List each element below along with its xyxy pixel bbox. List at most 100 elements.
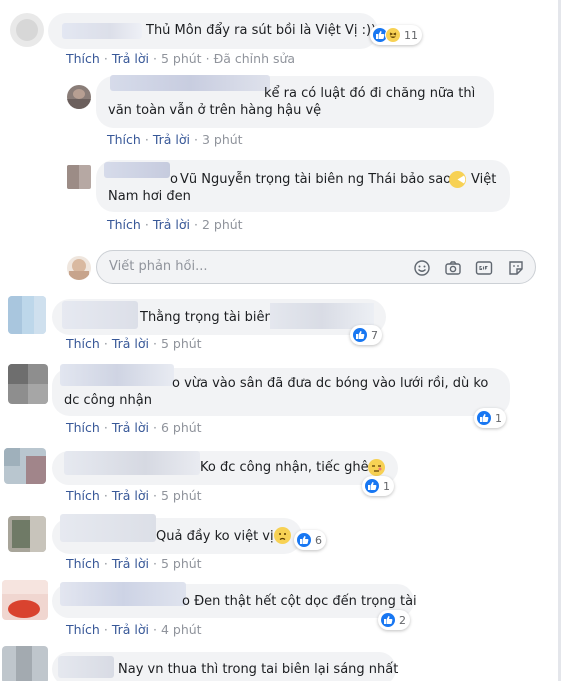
reaction-summary[interactable]: 7 — [350, 325, 382, 345]
avatar[interactable] — [4, 448, 46, 484]
blurred-author-name — [60, 582, 186, 606]
comment-text: Nay vn thua thì trong tai biên lại sáng … — [118, 662, 399, 677]
blurred-author-name — [64, 451, 200, 475]
comment-bubble: Ko đc công nhận, tiếc ghê — [52, 451, 398, 485]
comment-bubble: Quả đầy ko việt vị — [52, 514, 302, 554]
blurred-author-name — [104, 162, 170, 178]
comment-bubble: Thằng trọng tài biên — [52, 299, 386, 335]
like-link[interactable]: Thích — [107, 217, 141, 232]
reply-link[interactable]: Trả lời — [112, 556, 149, 571]
blurred-author-name — [60, 514, 156, 542]
comment-text: Việt — [471, 172, 497, 187]
comment-bubble: Nay vn thua thì trong tai biên lại sáng … — [52, 652, 399, 681]
comment-text: Vũ Nguyễn trọng tài biên ng Thái bảo sao — [180, 172, 452, 187]
like-link[interactable]: Thích — [66, 51, 100, 66]
comment-text: dc công nhận — [64, 393, 152, 408]
blurred-author-name — [60, 364, 174, 386]
reaction-count: 6 — [315, 533, 322, 547]
avatar[interactable] — [8, 296, 46, 334]
reply-link[interactable]: Trả lời — [153, 217, 190, 232]
avatar[interactable] — [67, 85, 91, 109]
reply-link[interactable]: Trả lời — [153, 132, 190, 147]
reaction-count: 1 — [383, 479, 390, 493]
comment-text: kể ra có luật đó đi chăng nữa thì — [264, 86, 476, 101]
current-user-avatar — [67, 256, 91, 280]
comment-bubble: o vừa vào sân đã đưa dc bóng vào lưới rồ… — [52, 364, 510, 416]
comment-text: Thằng trọng tài biên — [140, 310, 273, 325]
sticker-icon[interactable] — [507, 259, 525, 277]
like-icon — [352, 327, 368, 343]
like-icon — [476, 410, 492, 426]
avatar[interactable] — [8, 364, 48, 404]
like-icon — [296, 532, 312, 548]
comment-actions: Thích · Trả lời · 5 phút · Đã chỉnh sửa — [66, 51, 296, 66]
reaction-summary[interactable]: 1 — [474, 408, 506, 428]
edited-label[interactable]: Đã chỉnh sửa — [214, 51, 296, 66]
like-icon — [364, 478, 380, 494]
reaction-summary[interactable]: 2 — [378, 610, 410, 630]
timestamp[interactable]: 5 phút — [161, 488, 202, 503]
reply-link[interactable]: Trả lời — [112, 51, 149, 66]
comment-actions: Thích · Trả lời · 4 phút — [66, 622, 202, 637]
like-icon — [380, 612, 396, 628]
blurred-author-name — [62, 301, 138, 329]
comment-text: Quả đầy ko việt vị — [156, 529, 274, 544]
like-link[interactable]: Thích — [107, 132, 141, 147]
timestamp[interactable]: 4 phút — [161, 622, 202, 637]
timestamp[interactable]: 6 phút — [161, 420, 202, 435]
comment-text: Thủ Môn đẩy ra sút bồi là Việt Vị :)) — [146, 23, 377, 38]
reaction-summary[interactable]: 11 — [370, 25, 422, 45]
comment-text: o Đen thật hết cột dọc đến trọng tài — [182, 594, 417, 609]
comment-actions: Thích · Trả lời · 5 phút — [66, 488, 202, 503]
reaction-count: 11 — [404, 28, 418, 42]
comment-text: văn toàn vẫn ở trên hàng hậu vệ — [108, 103, 322, 118]
gif-icon[interactable] — [475, 259, 493, 277]
comment-text: Nam hơi đen — [108, 189, 191, 204]
like-link[interactable]: Thích — [66, 556, 100, 571]
like-link[interactable]: Thích — [66, 420, 100, 435]
comment-actions: Thích · Trả lời · 5 phút — [66, 556, 202, 571]
reply-input[interactable] — [109, 259, 399, 274]
comment-actions: Thích · Trả lời · 6 phút — [66, 420, 202, 435]
emoji-icon — [368, 459, 385, 476]
like-link[interactable]: Thích — [66, 488, 100, 503]
reaction-summary[interactable]: 6 — [294, 530, 326, 550]
timestamp[interactable]: 5 phút — [161, 51, 202, 66]
comment-bubble: o Đen thật hết cột dọc đến trọng tài — [52, 582, 417, 618]
emoji-icon — [449, 171, 466, 188]
comment-bubble: Thủ Môn đẩy ra sút bồi là Việt Vị :)) — [48, 13, 378, 49]
timestamp[interactable]: 5 phút — [161, 336, 202, 351]
blurred-author-name — [62, 23, 142, 39]
blurred-author-name — [58, 656, 114, 678]
avatar[interactable] — [2, 580, 48, 620]
comment-bubble: kể ra có luật đó đi chăng nữa thì văn to… — [96, 75, 494, 128]
comment-bubble: o Vũ Nguyễn trọng tài biên ng Thái bảo s… — [96, 160, 510, 212]
reply-link[interactable]: Trả lời — [112, 622, 149, 637]
comment-actions: Thích · Trả lời · 3 phút — [107, 132, 243, 147]
reply-link[interactable]: Trả lời — [112, 488, 149, 503]
comment-actions: Thích · Trả lời · 5 phút — [66, 336, 202, 351]
timestamp[interactable]: 3 phút — [202, 132, 243, 147]
reply-link[interactable]: Trả lời — [112, 336, 149, 351]
like-link[interactable]: Thích — [66, 622, 100, 637]
avatar[interactable] — [10, 13, 44, 47]
emoji-icon[interactable] — [413, 259, 431, 277]
reply-link[interactable]: Trả lời — [112, 420, 149, 435]
comment-text: o vừa vào sân đã đưa dc bóng vào lưới rồ… — [172, 376, 489, 391]
comment-actions: Thích · Trả lời · 2 phút — [107, 217, 243, 232]
timestamp[interactable]: 5 phút — [161, 556, 202, 571]
blurred-author-name — [110, 75, 270, 91]
like-link[interactable]: Thích — [66, 336, 100, 351]
avatar[interactable] — [8, 516, 46, 552]
camera-icon[interactable] — [444, 259, 462, 277]
avatar[interactable] — [67, 165, 91, 189]
reaction-count: 2 — [399, 613, 406, 627]
avatar[interactable] — [2, 646, 48, 681]
reply-input-box[interactable] — [96, 250, 536, 284]
reaction-summary[interactable]: 1 — [362, 476, 394, 496]
reaction-count: 7 — [371, 328, 378, 342]
timestamp[interactable]: 2 phút — [202, 217, 243, 232]
comment-text: Ko đc công nhận, tiếc ghê — [200, 460, 369, 475]
emoji-icon — [274, 527, 291, 544]
comment-text: o — [170, 172, 178, 187]
